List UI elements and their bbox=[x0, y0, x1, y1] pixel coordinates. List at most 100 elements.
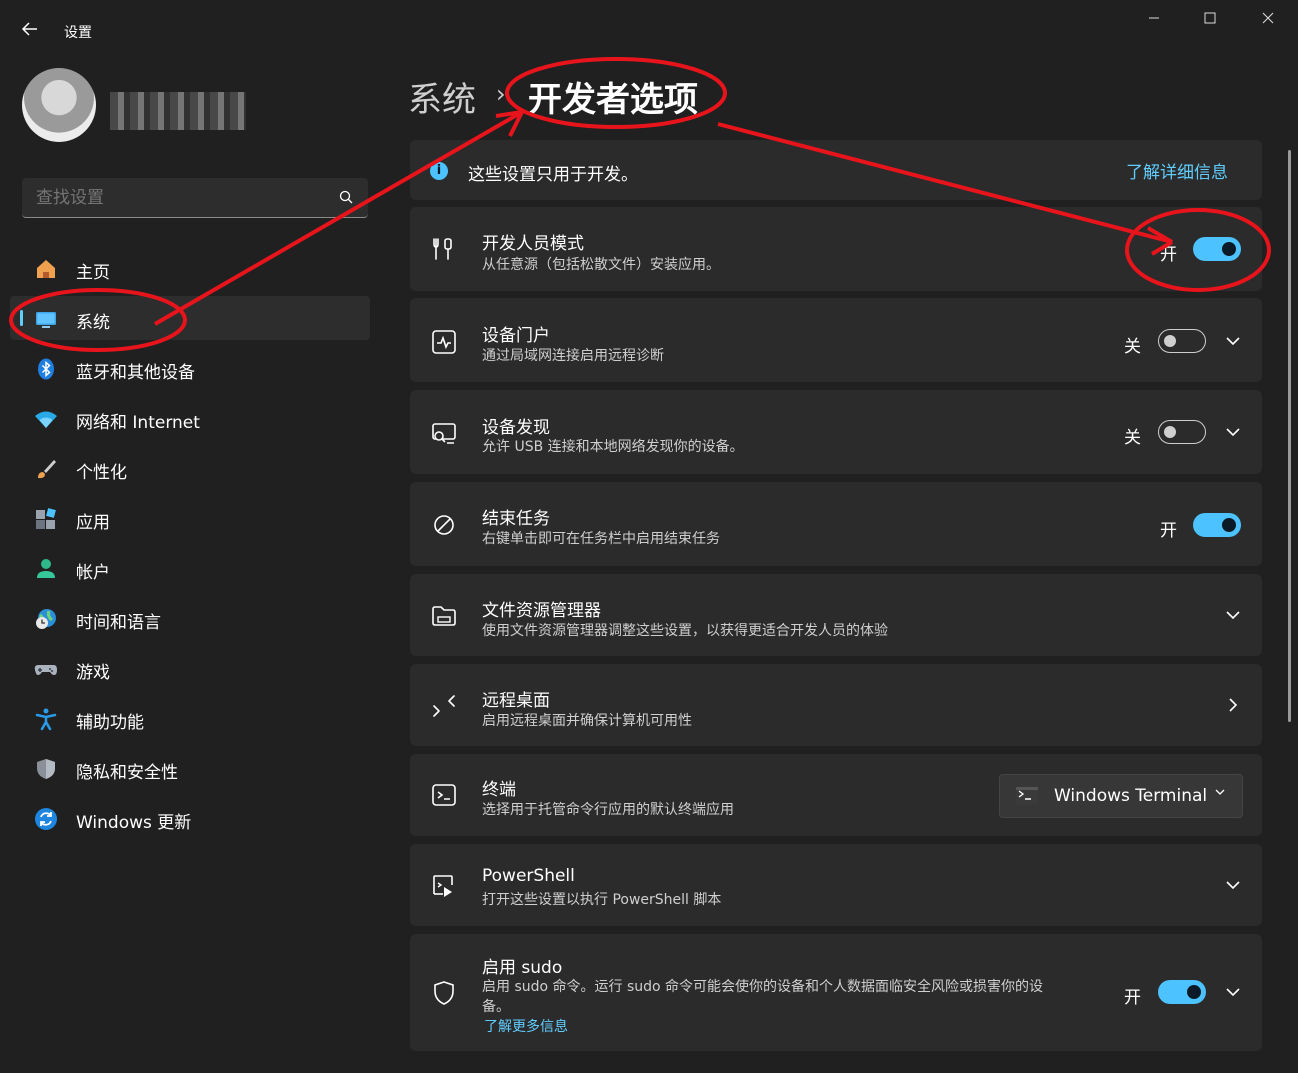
setting-end-task: 结束任务 右键单击即可在任务栏中启用结束任务 开 bbox=[410, 482, 1262, 566]
chevron-down-icon[interactable] bbox=[1223, 422, 1243, 442]
sidebar-item-label: 个性化 bbox=[76, 463, 127, 483]
page-title: 开发者选项 bbox=[528, 80, 698, 120]
sidebar-item-label: 隐私和安全性 bbox=[76, 763, 178, 783]
chevron-down-icon[interactable] bbox=[1223, 331, 1243, 351]
setting-title: 远程桌面 bbox=[482, 691, 550, 711]
bluetooth-icon bbox=[38, 358, 54, 380]
remote-desktop-icon bbox=[433, 695, 455, 717]
sidebar-item-label: 辅助功能 bbox=[76, 713, 144, 733]
setting-remote-desktop[interactable]: 远程桌面 启用远程桌面并确保计算机可用性 bbox=[410, 664, 1262, 746]
chevron-down-icon[interactable] bbox=[1223, 982, 1243, 1002]
setting-title: PowerShell bbox=[482, 866, 575, 886]
sidebar-item-network[interactable]: 网络和 Internet bbox=[10, 396, 370, 440]
setting-title: 终端 bbox=[482, 780, 516, 800]
close-icon bbox=[1262, 12, 1274, 24]
terminal-icon bbox=[432, 784, 456, 806]
sidebar-item-label: 系统 bbox=[76, 313, 110, 333]
sudo-toggle[interactable] bbox=[1158, 980, 1206, 1004]
setting-powershell[interactable]: PowerShell 打开这些设置以执行 PowerShell 脚本 bbox=[410, 844, 1262, 926]
setting-description: 选择用于托管命令行应用的默认终端应用 bbox=[482, 802, 734, 818]
maximize-icon bbox=[1204, 12, 1216, 24]
system-icon bbox=[36, 312, 56, 328]
scrollbar[interactable] bbox=[1288, 150, 1291, 722]
toggle-state-label: 开 bbox=[1124, 988, 1141, 1008]
toggle-knob bbox=[1222, 518, 1236, 532]
terminal-dropdown[interactable]: Windows Terminal bbox=[999, 774, 1243, 818]
setting-sudo[interactable]: 启用 sudo 启用 sudo 命令。运行 sudo 命令可能会使你的设备和个人… bbox=[410, 934, 1262, 1051]
sidebar-item-label: 网络和 Internet bbox=[76, 413, 200, 433]
setting-description: 允许 USB 连接和本地网络发现你的设备。 bbox=[482, 439, 744, 455]
setting-developer-mode: 开发人员模式 从任意源（包括松散文件）安装应用。 开 bbox=[410, 207, 1262, 291]
setting-description: 打开这些设置以执行 PowerShell 脚本 bbox=[482, 892, 722, 908]
account-icon bbox=[37, 559, 55, 578]
learn-more-link[interactable]: 了解更多信息 bbox=[484, 1016, 568, 1036]
end-task-toggle[interactable] bbox=[1193, 513, 1241, 537]
sidebar-item-apps[interactable]: 应用 bbox=[10, 496, 370, 540]
toggle-state-label: 关 bbox=[1124, 428, 1141, 448]
toggle-state-label: 关 bbox=[1124, 337, 1141, 357]
sidebar-item-label: 应用 bbox=[76, 513, 110, 533]
selection-indicator bbox=[20, 310, 23, 326]
powershell-icon bbox=[433, 875, 453, 897]
chevron-down-icon[interactable] bbox=[1223, 875, 1243, 895]
update-icon bbox=[35, 808, 57, 830]
learn-more-link[interactable]: 了解详细信息 bbox=[1126, 158, 1228, 183]
setting-description: 启用远程桌面并确保计算机可用性 bbox=[482, 713, 692, 729]
sidebar-item-home[interactable]: 主页 bbox=[10, 246, 370, 290]
search-input[interactable] bbox=[34, 187, 328, 209]
sidebar-item-label: 时间和语言 bbox=[76, 613, 161, 633]
shield-icon bbox=[37, 759, 55, 779]
developer-mode-toggle[interactable] bbox=[1193, 237, 1241, 261]
pulse-icon bbox=[432, 330, 456, 354]
sidebar-item-accessibility[interactable]: 辅助功能 bbox=[10, 696, 370, 740]
back-arrow-icon bbox=[21, 22, 37, 36]
gamepad-icon bbox=[34, 665, 57, 675]
search-icon[interactable] bbox=[338, 189, 354, 205]
info-bar: i 这些设置只用于开发。 了解详细信息 bbox=[410, 140, 1262, 200]
close-button[interactable] bbox=[1248, 8, 1288, 32]
sidebar-item-personalization[interactable]: 个性化 bbox=[10, 446, 370, 490]
accessibility-icon bbox=[35, 708, 57, 731]
annotation-arrowhead-1 bbox=[495, 110, 524, 137]
setting-description: 从任意源（包括松散文件）安装应用。 bbox=[482, 257, 720, 273]
sidebar-item-windows-update[interactable]: Windows 更新 bbox=[10, 796, 370, 840]
brush-icon bbox=[38, 460, 56, 479]
tools-icon bbox=[433, 238, 452, 260]
breadcrumb-parent[interactable]: 系统 bbox=[408, 72, 476, 121]
minimize-button[interactable] bbox=[1134, 8, 1174, 32]
settings-window: 设置 主页 系统 蓝牙和其他设备 网络和 Int bbox=[0, 0, 1298, 1073]
sidebar-item-bluetooth[interactable]: 蓝牙和其他设备 bbox=[10, 346, 370, 390]
sidebar-item-time-language[interactable]: 时间和语言 bbox=[10, 596, 370, 640]
maximize-button[interactable] bbox=[1190, 8, 1230, 32]
chevron-right-icon[interactable] bbox=[1223, 695, 1243, 715]
sidebar-item-gaming[interactable]: 游戏 bbox=[10, 646, 370, 690]
device-portal-toggle[interactable] bbox=[1158, 329, 1206, 353]
info-text: 这些设置只用于开发。 bbox=[468, 165, 638, 185]
setting-title: 设备门户 bbox=[482, 326, 550, 346]
sidebar-item-label: 主页 bbox=[76, 263, 110, 283]
breadcrumb-separator: › bbox=[496, 80, 506, 108]
sidebar-item-label: 游戏 bbox=[76, 663, 110, 683]
sidebar-item-label: 蓝牙和其他设备 bbox=[76, 363, 195, 383]
setting-file-explorer[interactable]: 文件资源管理器 使用文件资源管理器调整这些设置，以获得更适合开发人员的体验 bbox=[410, 574, 1262, 656]
setting-device-portal[interactable]: 设备门户 通过局域网连接启用远程诊断 关 bbox=[410, 298, 1262, 382]
back-button[interactable] bbox=[18, 20, 42, 44]
sidebar-item-system[interactable]: 系统 bbox=[10, 296, 370, 340]
app-title: 设置 bbox=[64, 25, 92, 41]
avatar[interactable] bbox=[22, 68, 96, 142]
toggle-knob bbox=[1164, 426, 1176, 438]
search-box[interactable] bbox=[22, 178, 368, 218]
setting-description-cont: 备。 bbox=[482, 999, 510, 1015]
setting-description: 启用 sudo 命令。运行 sudo 命令可能会使你的设备和个人数据面临安全风险… bbox=[482, 979, 1044, 995]
globe-clock-icon bbox=[36, 609, 56, 629]
setting-device-discovery[interactable]: 设备发现 允许 USB 连接和本地网络发现你的设备。 关 bbox=[410, 390, 1262, 474]
toggle-state-label: 开 bbox=[1160, 521, 1177, 541]
toggle-knob bbox=[1164, 335, 1176, 347]
toggle-knob bbox=[1222, 242, 1236, 256]
sidebar-item-privacy[interactable]: 隐私和安全性 bbox=[10, 746, 370, 790]
folder-icon bbox=[432, 606, 456, 626]
device-discovery-toggle[interactable] bbox=[1158, 420, 1206, 444]
sidebar-item-accounts[interactable]: 帐户 bbox=[10, 546, 370, 590]
chevron-down-icon[interactable] bbox=[1223, 605, 1243, 625]
info-icon: i bbox=[430, 162, 448, 180]
